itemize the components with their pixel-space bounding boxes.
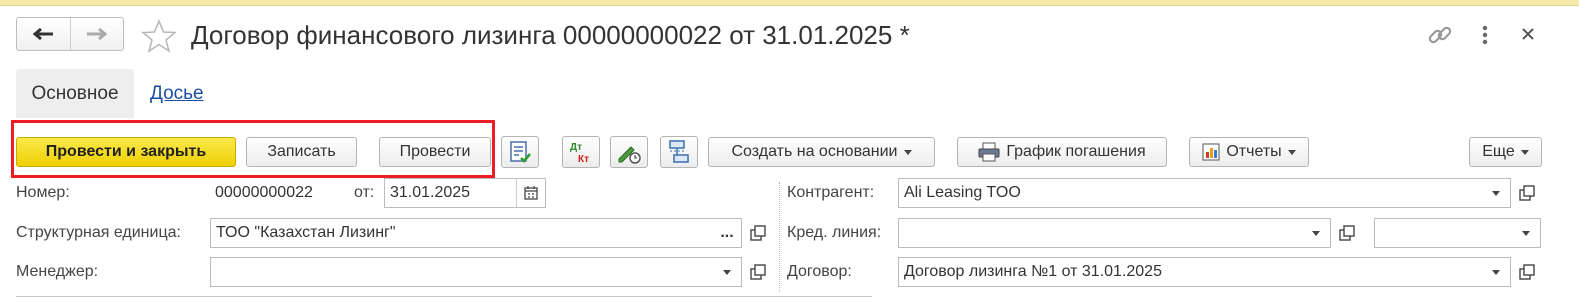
reports-button[interactable]: Отчеты [1189, 137, 1309, 167]
more-actions-button[interactable]: Еще [1469, 137, 1542, 167]
counterparty-label: Контрагент: [787, 184, 875, 201]
counterparty-value: Ali Leasing TOO [904, 184, 1021, 201]
close-icon[interactable] [1521, 27, 1535, 41]
number-value: 00000000022 [215, 184, 313, 201]
chevron-down-icon [1492, 269, 1500, 275]
contract-field[interactable]: Договор лизинга №1 от 31.01.2025 [898, 257, 1511, 287]
repayment-schedule-label: График погашения [1006, 143, 1146, 160]
save-button[interactable]: Записать [246, 137, 357, 167]
open-form-icon [1519, 185, 1535, 201]
star-icon[interactable] [141, 19, 177, 53]
vertical-dots-icon[interactable] [1479, 24, 1491, 46]
counterparty-field[interactable]: Ali Leasing TOO [898, 178, 1511, 208]
open-form-icon [1339, 225, 1355, 241]
credit-line-label: Кред. линия: [787, 224, 882, 241]
date-field[interactable]: 31.01.2025 [384, 178, 546, 208]
manager-label: Менеджер: [16, 263, 99, 280]
dt-kt-icon: Дт Кт [570, 142, 589, 165]
contract-value: Договор лизинга №1 от 31.01.2025 [904, 263, 1162, 280]
arrow-left-icon [32, 27, 54, 41]
counterparty-dropdown-button[interactable] [1482, 179, 1510, 207]
repayment-schedule-button[interactable]: График погашения [957, 137, 1167, 167]
counterparty-open-button[interactable] [1513, 178, 1541, 208]
chevron-down-icon [1287, 149, 1296, 155]
chevron-down-icon [1312, 230, 1320, 236]
credit-line-extra-dropdown-button[interactable] [1512, 219, 1540, 247]
credit-line-dropdown-button[interactable] [1302, 219, 1330, 247]
credit-line-field[interactable] [898, 218, 1331, 248]
unit-open-button[interactable] [744, 218, 772, 248]
number-label: Номер: [16, 184, 70, 201]
tab-main-label: Основное [31, 82, 119, 104]
back-button[interactable] [17, 18, 70, 50]
contract-label: Договор: [787, 263, 852, 280]
more-actions-label: Еще [1482, 143, 1515, 160]
link-icon[interactable] [1427, 22, 1453, 48]
structure-icon [669, 140, 689, 163]
dt-kt-button[interactable]: Дт Кт [562, 136, 600, 168]
tab-main[interactable]: Основное [16, 69, 134, 118]
unit-value: ТОО "Казахстан Лизинг" [216, 224, 396, 241]
printer-icon [978, 142, 1000, 162]
post-and-close-button[interactable]: Провести и закрыть [16, 137, 236, 167]
post-button[interactable]: Провести [379, 137, 491, 167]
contract-dropdown-button[interactable] [1482, 258, 1510, 286]
reports-label: Отчеты [1226, 143, 1282, 160]
contract-open-button[interactable] [1513, 257, 1541, 287]
document-check-icon [510, 141, 531, 163]
date-label: от: [354, 184, 375, 201]
manager-dropdown-button[interactable] [713, 258, 741, 286]
unit-select-button[interactable]: ... [713, 219, 741, 247]
history-nav [16, 17, 124, 51]
document-check-button[interactable] [501, 136, 539, 168]
report-chart-icon [1202, 143, 1220, 161]
manager-field[interactable] [210, 257, 742, 287]
kt-label: Кт [578, 154, 589, 165]
calendar-button[interactable] [516, 179, 545, 207]
dt-label: Дт [570, 142, 582, 153]
create-based-on-button[interactable]: Создать на основании [708, 137, 935, 167]
number-field[interactable]: 00000000022 [210, 178, 341, 208]
structure-button[interactable] [660, 136, 698, 168]
unit-label: Структурная единица: [16, 224, 181, 241]
pencil-clock-icon [618, 146, 641, 164]
edit-history-button[interactable] [610, 136, 648, 168]
chevron-down-icon [1522, 230, 1530, 236]
open-form-icon [750, 264, 766, 280]
chevron-down-icon [903, 149, 912, 155]
manager-open-button[interactable] [744, 257, 772, 287]
page-title: Договор финансового лизинга 00000000022 … [191, 20, 910, 50]
open-form-icon [750, 225, 766, 241]
calendar-icon [524, 186, 538, 200]
forward-button[interactable] [69, 18, 124, 50]
column-divider [779, 182, 780, 292]
create-based-on-label: Создать на основании [731, 143, 898, 160]
chevron-down-icon [1520, 149, 1529, 155]
unit-field[interactable]: ТОО "Казахстан Лизинг" ... [210, 218, 742, 248]
credit-line-extra-field[interactable] [1374, 218, 1541, 248]
credit-line-open-button[interactable] [1333, 218, 1361, 248]
tab-dossier[interactable]: Досье [150, 83, 204, 105]
arrow-right-icon [86, 27, 108, 41]
chevron-down-icon [723, 269, 731, 275]
date-value: 31.01.2025 [390, 184, 471, 201]
open-form-icon [1519, 264, 1535, 280]
top-strip [0, 0, 1579, 6]
chevron-down-icon [1492, 190, 1500, 196]
